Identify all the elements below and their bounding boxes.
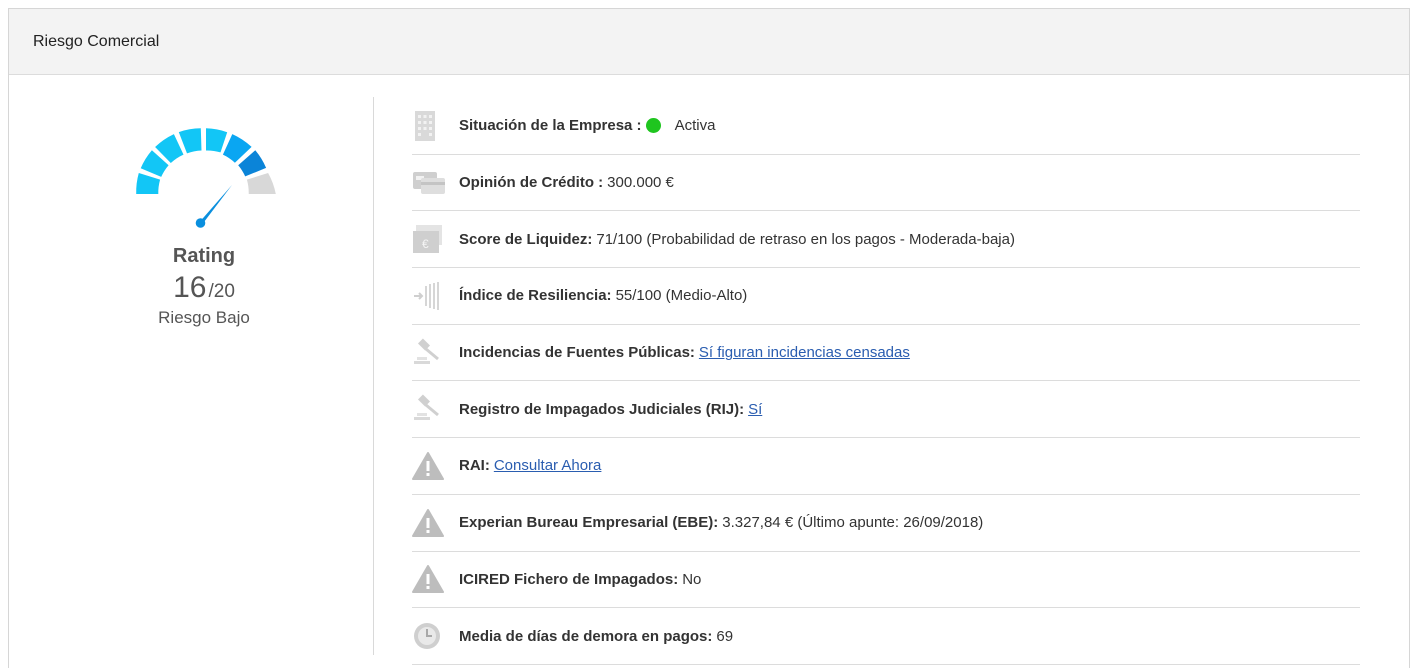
item-value: 55/100 (Medio-Alto) [615, 287, 748, 305]
credit-card-icon [412, 165, 459, 201]
rating-score-max: /20 [208, 281, 235, 302]
rating-score: 16/20 [9, 271, 399, 305]
list-item-icired: ICIRED Fichero de Impagados: No [412, 552, 1360, 609]
risk-panel: Riesgo Comercial Rating 16/20 Riesgo Baj… [8, 8, 1410, 668]
item-value: 71/100 (Probabilidad de retraso en los p… [596, 230, 1015, 248]
gauge-segment-5 [206, 128, 228, 153]
gavel-icon [412, 391, 459, 427]
panel-body: Rating 16/20 Riesgo Bajo Situación de la… [9, 75, 1409, 668]
list-item-payment-delay: Media de días de demora en pagos: 69 [412, 608, 1360, 665]
item-value: Activa [674, 117, 716, 135]
item-label: Índice de Resiliencia: [459, 287, 612, 305]
item-value: 300.000 € [607, 174, 674, 192]
warning-icon [412, 561, 459, 597]
column-divider [373, 97, 374, 655]
euro-note-icon: € [412, 221, 459, 257]
clock-icon [412, 618, 459, 654]
list-item-credit-opinion: Opinión de Crédito : 300.000 € [412, 155, 1360, 212]
gauge-segment-4 [178, 128, 202, 154]
gavel-icon [412, 335, 459, 371]
rij-link[interactable]: Sí [748, 401, 762, 418]
item-label: Registro de Impagados Judiciales (RIJ): [459, 400, 745, 418]
item-value: No [682, 570, 702, 588]
resilience-arrow-icon [412, 278, 459, 314]
list-item-company-status: Situación de la Empresa : Activa [412, 98, 1360, 155]
item-value: 69 [716, 627, 734, 645]
warning-icon [412, 448, 459, 484]
item-label: Media de días de demora en pagos: [459, 627, 713, 645]
item-label: Situación de la Empresa : [459, 117, 642, 135]
item-label: Experian Bureau Empresarial (EBE): [459, 514, 719, 532]
item-value: 3.327,84 € (Último apunte: 26/09/2018) [722, 514, 984, 532]
rating-gauge-icon [136, 128, 276, 228]
building-icon [412, 108, 459, 144]
rating-title: Rating [172, 245, 236, 267]
list-item-judicial-unpaid-registry: Registro de Impagados Judiciales (RIJ): … [412, 381, 1360, 439]
item-label: ICIRED Fichero de Impagados: [459, 570, 679, 588]
panel-title: Riesgo Comercial [33, 32, 160, 50]
rating-score-value: 16 [173, 271, 207, 304]
risk-items-list: Situación de la Empresa : Activa Opinión… [412, 98, 1360, 665]
rating-level: Riesgo Bajo [158, 308, 250, 327]
list-item-resilience-index: Índice de Resiliencia: 55/100 (Medio-Alt… [412, 268, 1360, 325]
item-label: RAI: [459, 457, 490, 475]
list-item-public-incidents: Incidencias de Fuentes Públicas: Sí figu… [412, 325, 1360, 382]
list-item-liquidity-score: € Score de Liquidez: 71/100 (Probabilida… [412, 211, 1360, 269]
item-label: Score de Liquidez: [459, 230, 593, 248]
rating-section: Rating 16/20 Riesgo Bajo [9, 75, 374, 657]
gauge-segment-8 [246, 173, 276, 194]
gauge-segment-1 [136, 173, 161, 194]
panel-header: Riesgo Comercial [9, 9, 1409, 75]
item-label: Incidencias de Fuentes Públicas: [459, 344, 695, 362]
list-item-rai: RAI: Consultar Ahora [412, 438, 1360, 495]
item-label: Opinión de Crédito : [459, 174, 604, 192]
warning-icon [412, 505, 459, 541]
svg-text:€: € [422, 237, 429, 251]
rai-consult-link[interactable]: Consultar Ahora [494, 457, 602, 474]
list-item-experian-bureau: Experian Bureau Empresarial (EBE): 3.327… [412, 495, 1360, 552]
status-active-indicator [645, 118, 661, 134]
public-incidents-link[interactable]: Sí figuran incidencias censadas [699, 344, 910, 361]
